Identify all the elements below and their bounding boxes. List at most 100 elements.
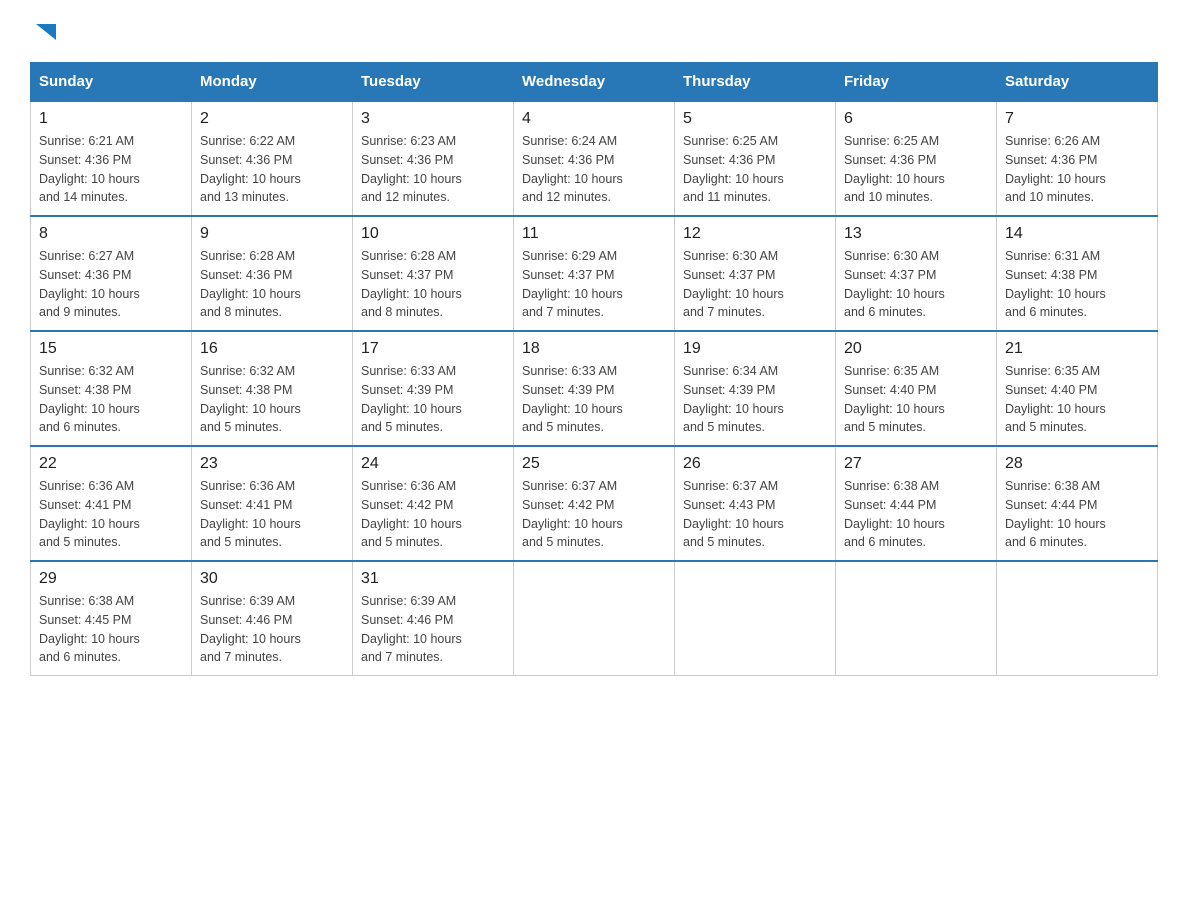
daylight-minutes: and 7 minutes. <box>200 650 282 664</box>
sunset-label: Sunset: 4:36 PM <box>361 153 453 167</box>
calendar-day-cell: 1 Sunrise: 6:21 AM Sunset: 4:36 PM Dayli… <box>31 101 192 216</box>
day-info: Sunrise: 6:21 AM Sunset: 4:36 PM Dayligh… <box>39 132 183 207</box>
day-number: 31 <box>361 570 505 588</box>
day-number: 14 <box>1005 225 1149 243</box>
calendar-day-cell: 18 Sunrise: 6:33 AM Sunset: 4:39 PM Dayl… <box>514 331 675 446</box>
day-of-week-header: Tuesday <box>353 63 514 102</box>
day-info: Sunrise: 6:28 AM Sunset: 4:36 PM Dayligh… <box>200 247 344 322</box>
sunrise-label: Sunrise: 6:35 AM <box>1005 364 1100 378</box>
day-info: Sunrise: 6:27 AM Sunset: 4:36 PM Dayligh… <box>39 247 183 322</box>
day-number: 21 <box>1005 340 1149 358</box>
daylight-label: Daylight: 10 hours <box>844 172 945 186</box>
day-number: 10 <box>361 225 505 243</box>
daylight-label: Daylight: 10 hours <box>683 287 784 301</box>
day-info: Sunrise: 6:25 AM Sunset: 4:36 PM Dayligh… <box>844 132 988 207</box>
day-info: Sunrise: 6:30 AM Sunset: 4:37 PM Dayligh… <box>844 247 988 322</box>
daylight-label: Daylight: 10 hours <box>200 172 301 186</box>
sunset-label: Sunset: 4:36 PM <box>39 268 131 282</box>
day-info: Sunrise: 6:35 AM Sunset: 4:40 PM Dayligh… <box>1005 362 1149 437</box>
daylight-label: Daylight: 10 hours <box>39 402 140 416</box>
day-info: Sunrise: 6:29 AM Sunset: 4:37 PM Dayligh… <box>522 247 666 322</box>
sunrise-label: Sunrise: 6:22 AM <box>200 134 295 148</box>
day-info: Sunrise: 6:38 AM Sunset: 4:44 PM Dayligh… <box>1005 477 1149 552</box>
calendar-day-cell: 7 Sunrise: 6:26 AM Sunset: 4:36 PM Dayli… <box>997 101 1158 216</box>
sunrise-label: Sunrise: 6:28 AM <box>361 249 456 263</box>
daylight-minutes: and 5 minutes. <box>844 420 926 434</box>
sunrise-label: Sunrise: 6:38 AM <box>39 594 134 608</box>
sunrise-label: Sunrise: 6:38 AM <box>844 479 939 493</box>
daylight-minutes: and 6 minutes. <box>1005 535 1087 549</box>
day-info: Sunrise: 6:23 AM Sunset: 4:36 PM Dayligh… <box>361 132 505 207</box>
daylight-label: Daylight: 10 hours <box>39 172 140 186</box>
sunset-label: Sunset: 4:36 PM <box>200 268 292 282</box>
day-number: 28 <box>1005 455 1149 473</box>
daylight-label: Daylight: 10 hours <box>522 517 623 531</box>
sunrise-label: Sunrise: 6:33 AM <box>522 364 617 378</box>
daylight-label: Daylight: 10 hours <box>200 632 301 646</box>
daylight-label: Daylight: 10 hours <box>361 287 462 301</box>
daylight-label: Daylight: 10 hours <box>844 287 945 301</box>
day-info: Sunrise: 6:37 AM Sunset: 4:42 PM Dayligh… <box>522 477 666 552</box>
daylight-label: Daylight: 10 hours <box>683 172 784 186</box>
calendar-day-cell: 13 Sunrise: 6:30 AM Sunset: 4:37 PM Dayl… <box>836 216 997 331</box>
sunrise-label: Sunrise: 6:21 AM <box>39 134 134 148</box>
calendar-day-cell: 2 Sunrise: 6:22 AM Sunset: 4:36 PM Dayli… <box>192 101 353 216</box>
day-number: 20 <box>844 340 988 358</box>
calendar-day-cell: 28 Sunrise: 6:38 AM Sunset: 4:44 PM Dayl… <box>997 446 1158 561</box>
sunrise-label: Sunrise: 6:38 AM <box>1005 479 1100 493</box>
daylight-label: Daylight: 10 hours <box>361 517 462 531</box>
calendar-day-cell: 3 Sunrise: 6:23 AM Sunset: 4:36 PM Dayli… <box>353 101 514 216</box>
daylight-minutes: and 6 minutes. <box>844 535 926 549</box>
calendar-day-cell: 4 Sunrise: 6:24 AM Sunset: 4:36 PM Dayli… <box>514 101 675 216</box>
daylight-label: Daylight: 10 hours <box>200 287 301 301</box>
daylight-label: Daylight: 10 hours <box>361 402 462 416</box>
calendar-day-cell: 31 Sunrise: 6:39 AM Sunset: 4:46 PM Dayl… <box>353 561 514 676</box>
day-number: 30 <box>200 570 344 588</box>
daylight-label: Daylight: 10 hours <box>844 517 945 531</box>
day-info: Sunrise: 6:28 AM Sunset: 4:37 PM Dayligh… <box>361 247 505 322</box>
calendar-day-cell: 14 Sunrise: 6:31 AM Sunset: 4:38 PM Dayl… <box>997 216 1158 331</box>
day-number: 27 <box>844 455 988 473</box>
daylight-minutes: and 12 minutes. <box>522 190 611 204</box>
daylight-minutes: and 7 minutes. <box>683 305 765 319</box>
day-number: 15 <box>39 340 183 358</box>
day-info: Sunrise: 6:22 AM Sunset: 4:36 PM Dayligh… <box>200 132 344 207</box>
daylight-minutes: and 14 minutes. <box>39 190 128 204</box>
sunset-label: Sunset: 4:43 PM <box>683 498 775 512</box>
day-of-week-header: Saturday <box>997 63 1158 102</box>
day-number: 8 <box>39 225 183 243</box>
sunrise-label: Sunrise: 6:39 AM <box>361 594 456 608</box>
day-info: Sunrise: 6:24 AM Sunset: 4:36 PM Dayligh… <box>522 132 666 207</box>
calendar-day-cell <box>836 561 997 676</box>
calendar-day-cell: 20 Sunrise: 6:35 AM Sunset: 4:40 PM Dayl… <box>836 331 997 446</box>
day-info: Sunrise: 6:36 AM Sunset: 4:41 PM Dayligh… <box>39 477 183 552</box>
sunset-label: Sunset: 4:40 PM <box>1005 383 1097 397</box>
daylight-label: Daylight: 10 hours <box>1005 517 1106 531</box>
daylight-label: Daylight: 10 hours <box>844 402 945 416</box>
daylight-minutes: and 5 minutes. <box>361 420 443 434</box>
daylight-minutes: and 9 minutes. <box>39 305 121 319</box>
day-number: 22 <box>39 455 183 473</box>
day-number: 9 <box>200 225 344 243</box>
day-info: Sunrise: 6:39 AM Sunset: 4:46 PM Dayligh… <box>200 592 344 667</box>
sunrise-label: Sunrise: 6:24 AM <box>522 134 617 148</box>
calendar-day-cell: 15 Sunrise: 6:32 AM Sunset: 4:38 PM Dayl… <box>31 331 192 446</box>
sunrise-label: Sunrise: 6:32 AM <box>200 364 295 378</box>
calendar-day-cell <box>514 561 675 676</box>
daylight-label: Daylight: 10 hours <box>39 632 140 646</box>
sunset-label: Sunset: 4:40 PM <box>844 383 936 397</box>
day-info: Sunrise: 6:32 AM Sunset: 4:38 PM Dayligh… <box>200 362 344 437</box>
sunset-label: Sunset: 4:44 PM <box>1005 498 1097 512</box>
day-info: Sunrise: 6:30 AM Sunset: 4:37 PM Dayligh… <box>683 247 827 322</box>
calendar-day-cell: 29 Sunrise: 6:38 AM Sunset: 4:45 PM Dayl… <box>31 561 192 676</box>
sunset-label: Sunset: 4:46 PM <box>361 613 453 627</box>
sunset-label: Sunset: 4:39 PM <box>361 383 453 397</box>
day-info: Sunrise: 6:38 AM Sunset: 4:44 PM Dayligh… <box>844 477 988 552</box>
daylight-minutes: and 13 minutes. <box>200 190 289 204</box>
day-number: 16 <box>200 340 344 358</box>
sunrise-label: Sunrise: 6:33 AM <box>361 364 456 378</box>
daylight-minutes: and 12 minutes. <box>361 190 450 204</box>
page-header <box>30 20 1158 42</box>
day-number: 7 <box>1005 110 1149 128</box>
calendar-week-row: 15 Sunrise: 6:32 AM Sunset: 4:38 PM Dayl… <box>31 331 1158 446</box>
